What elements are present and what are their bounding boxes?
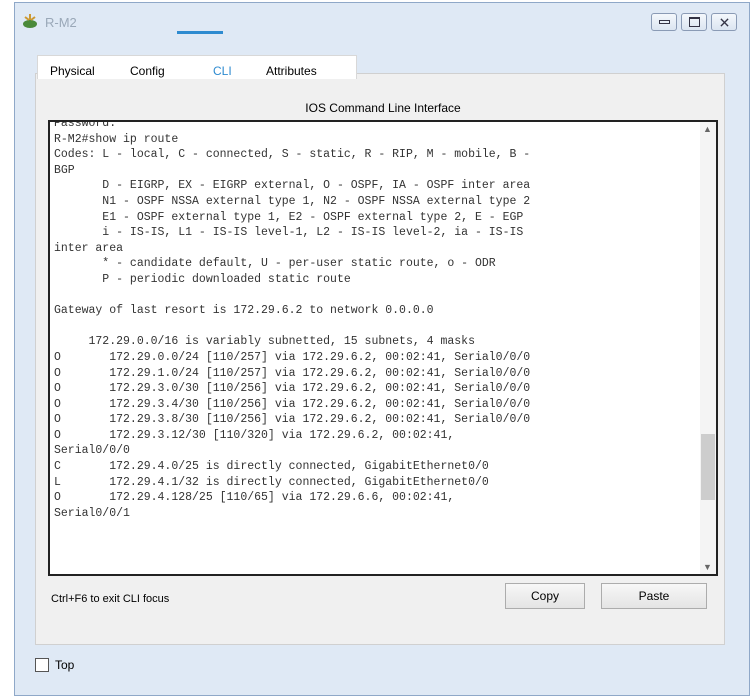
terminal-line: C 172.29.4.0/25 is directly connected, G… <box>54 460 489 474</box>
tab-physical[interactable]: Physical <box>50 64 95 78</box>
terminal-line: O 172.29.3.0/30 [110/256] via 172.29.6.2… <box>54 382 531 396</box>
terminal-line: O 172.29.3.8/30 [110/256] via 172.29.6.2… <box>54 413 531 427</box>
terminal-line: Gateway of last resort is 172.29.6.2 to … <box>54 304 434 318</box>
terminal-line: R-M2#show ip route <box>54 132 179 146</box>
terminal-line: D - EIGRP, EX - EIGRP external, O - OSPF… <box>54 179 531 193</box>
paste-button[interactable]: Paste <box>601 583 707 609</box>
copy-button[interactable]: Copy <box>505 583 585 609</box>
terminal-line: * - candidate default, U - per-user stat… <box>54 257 496 271</box>
terminal-line: BGP <box>54 163 75 177</box>
scrollbar-thumb[interactable] <box>701 434 715 500</box>
cli-panel-title: IOS Command Line Interface <box>305 101 461 115</box>
terminal-line: i - IS-IS, L1 - IS-IS level-1, L2 - IS-I… <box>54 226 524 240</box>
tab-config[interactable]: Config <box>130 64 165 78</box>
close-button[interactable] <box>711 13 737 31</box>
terminal-line: Codes: L - local, C - connected, S - sta… <box>54 148 531 162</box>
terminal-line: 172.29.0.0/16 is variably subnetted, 15 … <box>54 335 475 349</box>
terminal-line: O 172.29.1.0/24 [110/257] via 172.29.6.2… <box>54 366 531 380</box>
cli-focus-hint: Ctrl+F6 to exit CLI focus <box>51 593 170 605</box>
router-icon <box>23 14 37 28</box>
minimize-icon <box>659 20 670 24</box>
terminal-line: Password: <box>54 120 117 130</box>
window-title: R-M2 <box>45 15 77 30</box>
close-icon <box>720 18 729 27</box>
active-tab-indicator <box>177 31 223 34</box>
top-checkbox[interactable] <box>35 658 49 672</box>
maximize-icon <box>689 17 700 27</box>
terminal-output: Password: R-M2#show ip route Codes: L - lo… <box>54 120 702 521</box>
minimize-button[interactable] <box>651 13 677 31</box>
terminal-scrollbar[interactable]: ▲ ▼ <box>700 122 716 574</box>
terminal-line: P - periodic downloaded static route <box>54 272 351 286</box>
terminal-line: L 172.29.4.1/32 is directly connected, G… <box>54 475 489 489</box>
tab-attributes[interactable]: Attributes <box>266 64 317 78</box>
terminal-line: Serial0/0/1 <box>54 506 130 520</box>
terminal-line: O 172.29.3.12/30 [110/320] via 172.29.6.… <box>54 428 455 442</box>
terminal-line: O 172.29.3.4/30 [110/256] via 172.29.6.2… <box>54 397 531 411</box>
device-window: R-M2 Physical Config CLI Attributes IOS … <box>14 2 750 696</box>
terminal-line: E1 - OSPF external type 1, E2 - OSPF ext… <box>54 210 524 224</box>
scroll-up-icon[interactable]: ▲ <box>703 124 712 134</box>
terminal-line: O 172.29.0.0/24 [110/257] via 172.29.6.2… <box>54 350 531 364</box>
terminal-line: Serial0/0/0 <box>54 444 130 458</box>
terminal-line: inter area <box>54 241 124 255</box>
maximize-button[interactable] <box>681 13 707 31</box>
tab-cli[interactable]: CLI <box>213 64 232 78</box>
tab-bar: Physical Config CLI Attributes <box>37 55 357 79</box>
terminal-line: O 172.29.4.128/25 [110/65] via 172.29.6.… <box>54 491 455 505</box>
scroll-down-icon[interactable]: ▼ <box>703 562 712 572</box>
cli-terminal[interactable]: Password: R-M2#show ip route Codes: L - lo… <box>48 120 718 576</box>
terminal-line: N1 - OSPF NSSA external type 1, N2 - OSP… <box>54 194 531 208</box>
title-bar[interactable]: R-M2 <box>15 3 749 43</box>
top-checkbox-label: Top <box>55 658 75 672</box>
